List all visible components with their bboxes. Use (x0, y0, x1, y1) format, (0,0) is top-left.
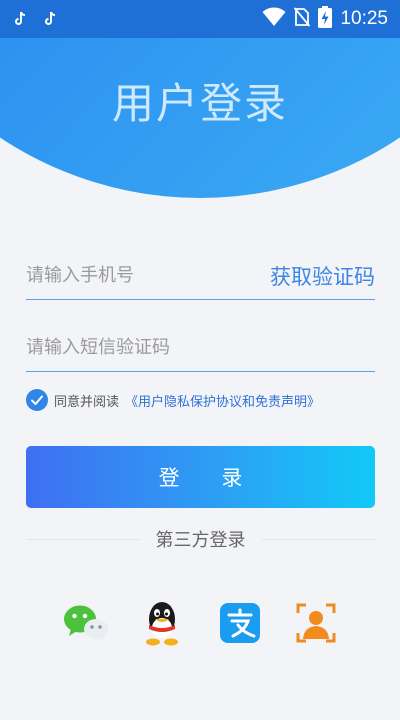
code-field-row (26, 324, 375, 372)
no-sim-icon (294, 7, 311, 31)
tiktok-icon (42, 11, 58, 27)
wechat-icon (64, 605, 108, 642)
third-party-login-row (0, 600, 400, 648)
status-time: 10:25 (340, 8, 388, 29)
alipay-login-button[interactable] (217, 600, 263, 646)
page-title: 用户登录 (111, 79, 288, 128)
check-icon (31, 395, 43, 405)
divider-line (26, 538, 140, 540)
third-party-divider: 第三方登录 (26, 525, 375, 553)
agreement-row: 同意并阅读 《用户隐私保护协议和免责声明》 (26, 389, 320, 411)
get-code-button[interactable]: 获取验证码 (262, 261, 375, 291)
face-login-icon (296, 603, 336, 643)
status-bar: 10:25 (0, 0, 400, 38)
alipay-icon (220, 603, 260, 643)
battery-charging-icon (318, 6, 333, 32)
qq-icon (146, 602, 178, 646)
third-party-label: 第三方登录 (155, 530, 246, 551)
agreement-checkbox[interactable] (26, 389, 48, 411)
qq-login-button[interactable] (139, 600, 185, 646)
wifi-icon (262, 7, 286, 31)
divider-line (261, 538, 375, 540)
agreement-text: 同意并阅读 (54, 394, 120, 410)
login-button[interactable]: 登 录 (26, 446, 375, 508)
phone-field-row: 获取验证码 (26, 252, 375, 300)
face-login-button[interactable] (293, 600, 339, 646)
sms-code-input[interactable] (26, 337, 375, 358)
privacy-policy-link[interactable]: 《用户隐私保护协议和免责声明》 (125, 391, 320, 410)
phone-input[interactable] (26, 265, 262, 286)
wechat-login-button[interactable] (63, 600, 109, 646)
tiktok-icon (12, 11, 28, 27)
